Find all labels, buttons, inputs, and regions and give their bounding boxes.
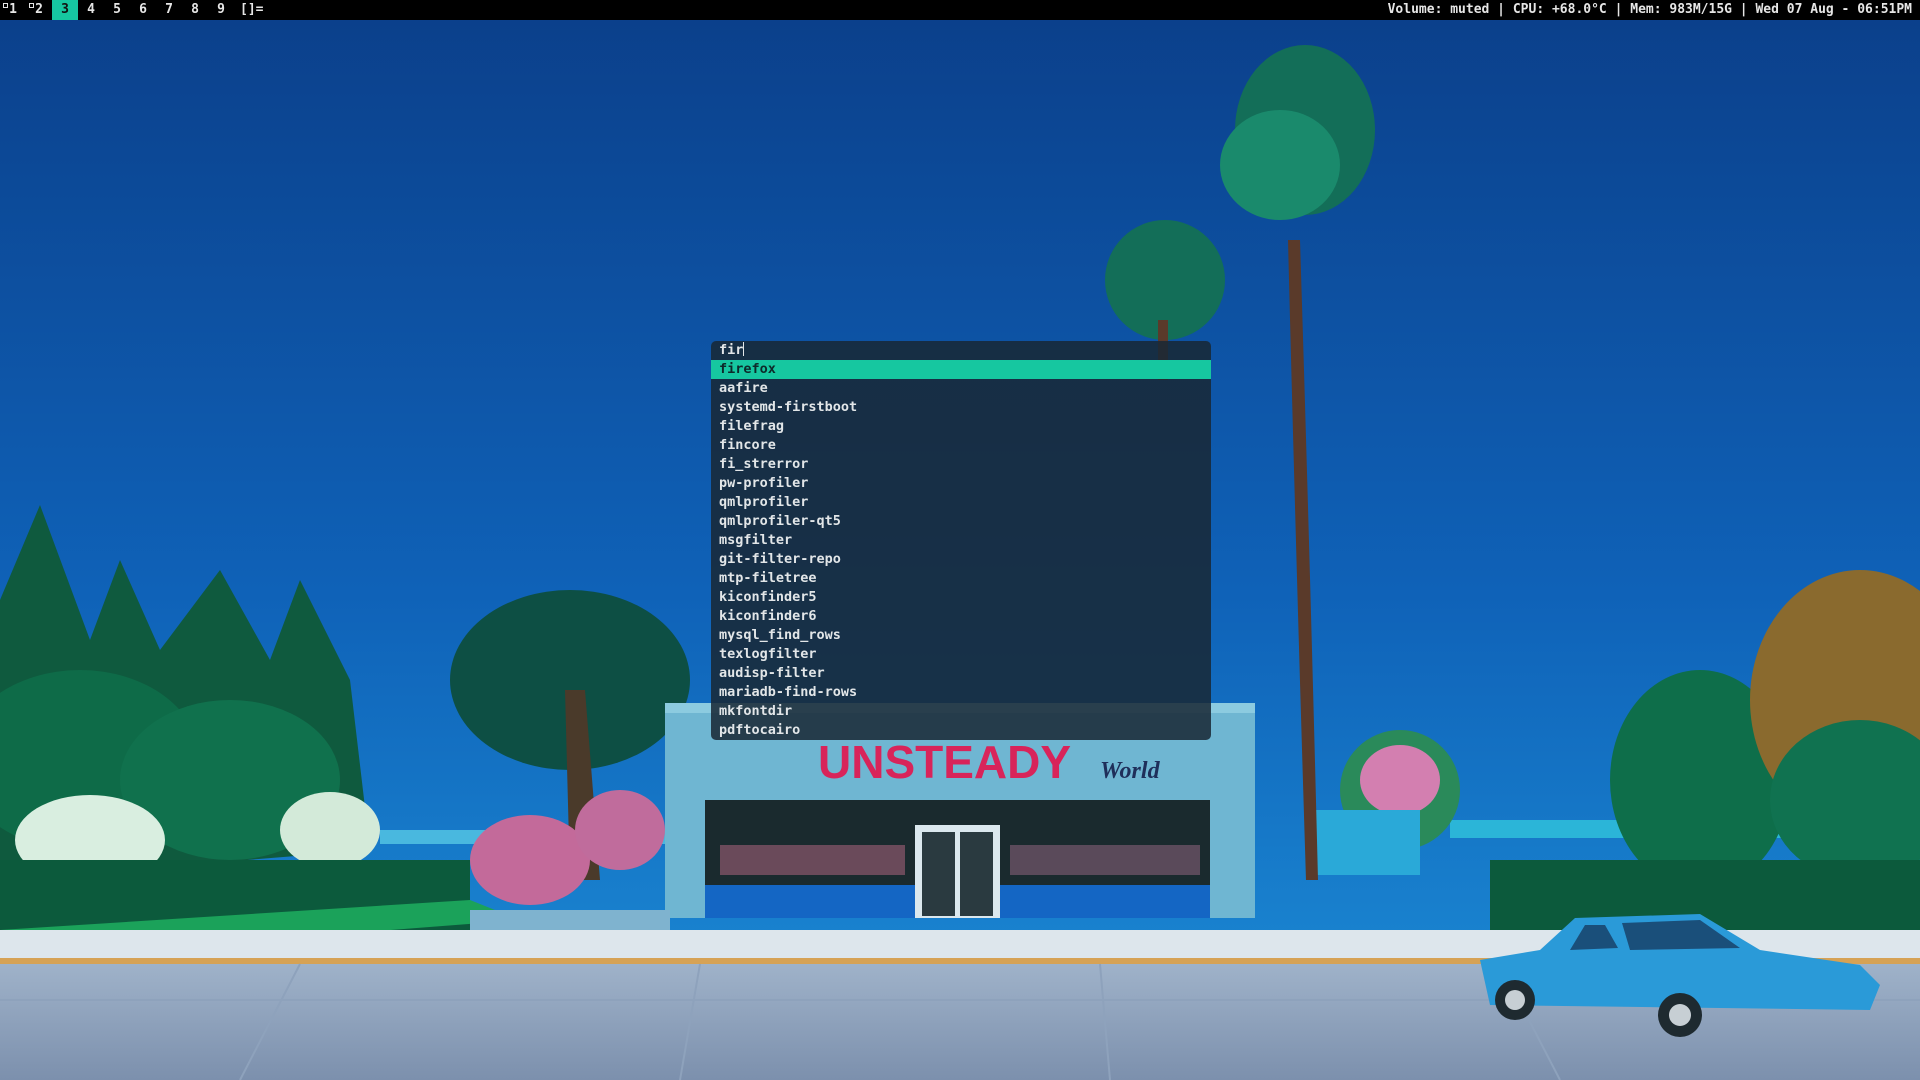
tag-label: 7	[165, 2, 173, 17]
tag-5[interactable]: 5	[104, 0, 130, 20]
tag-label: 4	[87, 2, 95, 17]
launcher-item[interactable]: fi_strerror	[711, 455, 1211, 474]
tag-label: 2	[35, 2, 43, 17]
layout-symbol[interactable]: []=	[240, 0, 263, 20]
tag-label: 9	[217, 2, 225, 17]
tag-7[interactable]: 7	[156, 0, 182, 20]
launcher-item[interactable]: systemd-firstboot	[711, 398, 1211, 417]
app-launcher[interactable]: fir firefox aafire systemd-firstboot filefr…	[711, 341, 1211, 740]
launcher-item[interactable]: msgfilter	[711, 531, 1211, 550]
launcher-item[interactable]: filefrag	[711, 417, 1211, 436]
launcher-item[interactable]: kiconfinder6	[711, 607, 1211, 626]
occupied-indicator-icon	[29, 3, 34, 8]
launcher-query: fir	[719, 342, 744, 358]
tag-1[interactable]: 1	[0, 0, 26, 20]
store-sign-script: World	[1100, 758, 1161, 784]
tag-3[interactable]: 3	[52, 0, 78, 20]
tag-4[interactable]: 4	[78, 0, 104, 20]
tag-6[interactable]: 6	[130, 0, 156, 20]
launcher-item[interactable]: git-filter-repo	[711, 550, 1211, 569]
launcher-item[interactable]: kiconfinder5	[711, 588, 1211, 607]
status-text: Volume: muted | CPU: +68.0°C | Mem: 983M…	[1387, 2, 1912, 17]
launcher-item[interactable]: qmlprofiler-qt5	[711, 512, 1211, 531]
launcher-item[interactable]: mkfontdir	[711, 702, 1211, 721]
launcher-item[interactable]: mysql_find_rows	[711, 626, 1211, 645]
launcher-item[interactable]: pw-profiler	[711, 474, 1211, 493]
launcher-item[interactable]: texlogfilter	[711, 645, 1211, 664]
launcher-item[interactable]: mariadb-find-rows	[711, 683, 1211, 702]
tag-label: 5	[113, 2, 121, 17]
store-sign: UNSTEADY	[818, 736, 1071, 788]
text-cursor	[743, 342, 745, 356]
launcher-item[interactable]: qmlprofiler	[711, 493, 1211, 512]
tag-label: 8	[191, 2, 199, 17]
launcher-item[interactable]: fincore	[711, 436, 1211, 455]
launcher-item[interactable]: audisp-filter	[711, 664, 1211, 683]
launcher-item[interactable]: firefox	[711, 360, 1211, 379]
tag-2[interactable]: 2	[26, 0, 52, 20]
tag-label: 3	[61, 2, 69, 17]
occupied-indicator-icon	[3, 3, 8, 8]
launcher-item[interactable]: mtp-filetree	[711, 569, 1211, 588]
launcher-item[interactable]: aafire	[711, 379, 1211, 398]
launcher-input[interactable]: fir	[711, 341, 1211, 360]
tag-label: 6	[139, 2, 147, 17]
launcher-item[interactable]: pdftocairo	[711, 721, 1211, 740]
workspace-tags: 1 2 3 4 5 6 7 8 9 []=	[0, 0, 263, 20]
tag-9[interactable]: 9	[208, 0, 234, 20]
status-bar: 1 2 3 4 5 6 7 8 9 []= Volume: muted | CPU: +68.0°…	[0, 0, 1920, 20]
tag-label: 1	[9, 2, 17, 17]
tag-8[interactable]: 8	[182, 0, 208, 20]
launcher-results: firefox aafire systemd-firstboot filefrag fi…	[711, 360, 1211, 740]
